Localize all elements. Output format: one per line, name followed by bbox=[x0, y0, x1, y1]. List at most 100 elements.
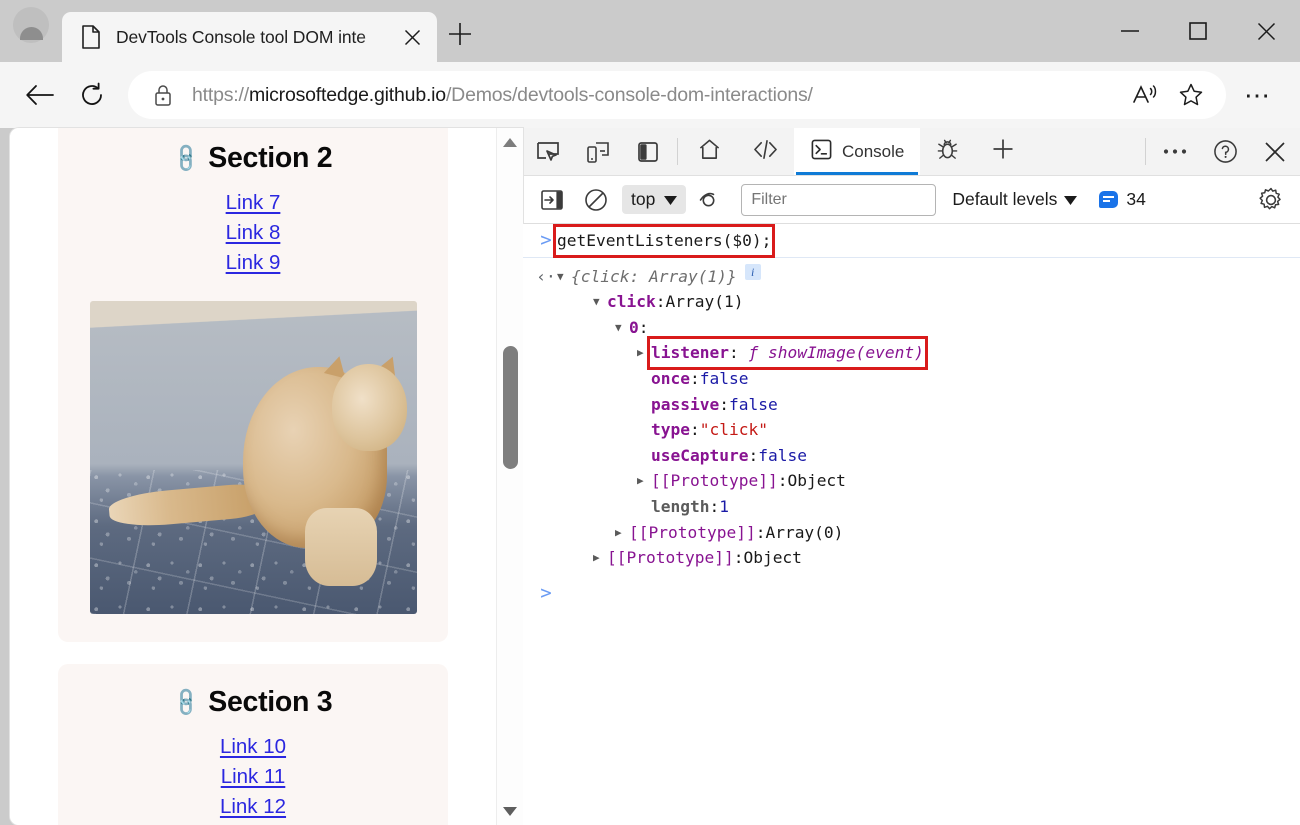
toggle-sidebar-icon[interactable] bbox=[623, 128, 673, 175]
console-tree-row[interactable]: ▶ [[Prototype]] : Object bbox=[523, 545, 1300, 571]
console-tree-row[interactable]: ▼ click : Array(1) bbox=[523, 289, 1300, 315]
page-link[interactable]: Link 9 bbox=[226, 251, 281, 275]
title-bar: DevTools Console tool DOM inte bbox=[0, 0, 1300, 62]
more-options-icon[interactable] bbox=[1150, 128, 1200, 175]
tree-value: false bbox=[699, 368, 749, 388]
close-icon[interactable] bbox=[395, 20, 429, 54]
window-controls bbox=[1096, 0, 1300, 62]
page-link[interactable]: Link 12 bbox=[220, 795, 286, 819]
link-anchor-icon[interactable]: 🔗 bbox=[168, 141, 203, 176]
scroll-up-arrow[interactable] bbox=[497, 128, 524, 156]
tree-key: useCapture bbox=[651, 445, 749, 465]
tree-value: Array(1) bbox=[665, 292, 744, 312]
devtools-panel: Console top Filter Default levels 34 > g… bbox=[523, 128, 1300, 825]
console-input-expression[interactable]: getEventListeners($0); bbox=[552, 224, 776, 258]
tree-key: [[Prototype]] bbox=[651, 471, 778, 491]
new-tab-button[interactable] bbox=[437, 12, 483, 62]
listener-highlight[interactable]: listener: ƒ showImage(event) bbox=[647, 336, 928, 370]
back-arrow-icon[interactable] bbox=[14, 69, 66, 121]
filter-input[interactable] bbox=[741, 183, 937, 216]
lock-icon[interactable] bbox=[150, 84, 176, 106]
console-tree-row[interactable]: ▶ [[Prototype]] : Object bbox=[523, 468, 1300, 494]
cat-image[interactable] bbox=[89, 301, 417, 614]
console-input-row[interactable]: > getEventListeners($0); bbox=[523, 224, 1300, 258]
console-tree-row[interactable]: length : 1 bbox=[523, 494, 1300, 520]
read-aloud-icon[interactable] bbox=[1122, 72, 1168, 118]
device-emulation-icon[interactable] bbox=[573, 128, 623, 175]
browser-tab[interactable]: DevTools Console tool DOM inte bbox=[62, 12, 437, 62]
avatar bbox=[13, 7, 49, 43]
console-tree-row[interactable]: passive : false bbox=[523, 392, 1300, 418]
gear-icon[interactable] bbox=[1250, 183, 1292, 217]
section-heading: 🔗 Section 2 bbox=[58, 142, 448, 175]
info-icon[interactable]: i bbox=[744, 263, 761, 280]
maximize-icon[interactable] bbox=[1164, 9, 1232, 53]
page-link[interactable]: Link 7 bbox=[226, 191, 281, 215]
tree-value: Object bbox=[743, 548, 802, 568]
close-devtools-icon[interactable] bbox=[1250, 128, 1300, 175]
page-scrollbar[interactable] bbox=[496, 128, 523, 825]
help-icon[interactable] bbox=[1200, 128, 1250, 175]
triangle-down-icon[interactable]: ▼ bbox=[593, 289, 607, 315]
window-close-icon[interactable] bbox=[1232, 9, 1300, 53]
tree-sep: : bbox=[655, 292, 666, 312]
profile-button[interactable] bbox=[0, 0, 62, 62]
tree-sep: : bbox=[719, 394, 729, 414]
tab-console[interactable]: Console bbox=[794, 128, 921, 175]
console-tree-row[interactable]: ▶ listener: ƒ showImage(event) bbox=[523, 336, 1300, 370]
toolbar-divider bbox=[677, 138, 678, 165]
triangle-right-icon[interactable]: ▶ bbox=[615, 520, 629, 546]
browser-more-options-icon[interactable]: ⋯ bbox=[1230, 69, 1286, 121]
triangle-right-icon[interactable]: ▶ bbox=[593, 545, 607, 571]
scroll-down-arrow[interactable] bbox=[497, 797, 524, 825]
section-card: 🔗 Section 2 Link 7 Link 8 Link 9 bbox=[58, 128, 448, 642]
scrollbar-thumb[interactable] bbox=[502, 346, 518, 469]
message-count[interactable]: 34 bbox=[1099, 189, 1146, 210]
console-tree-row[interactable]: ▼ 0 : bbox=[523, 315, 1300, 341]
execution-context-selector[interactable]: top bbox=[622, 185, 687, 214]
tree-key: listener bbox=[651, 343, 729, 363]
tab-welcome[interactable] bbox=[682, 128, 737, 175]
avatar-body-icon bbox=[19, 27, 43, 40]
console-tree-row[interactable]: type : "click" bbox=[523, 417, 1300, 443]
log-levels-selector[interactable]: Default levels bbox=[952, 189, 1078, 210]
link-anchor-icon[interactable]: 🔗 bbox=[168, 685, 203, 720]
page-link[interactable]: Link 11 bbox=[221, 765, 286, 789]
live-expression-eye-icon[interactable] bbox=[691, 183, 733, 217]
reload-icon[interactable] bbox=[66, 69, 118, 121]
cat-legs bbox=[305, 507, 378, 586]
page-link[interactable]: Link 10 bbox=[220, 735, 286, 759]
console-terminal-icon bbox=[810, 138, 833, 166]
tree-key: type bbox=[651, 420, 690, 440]
inspect-element-icon[interactable] bbox=[523, 128, 573, 175]
tree-value: Array(0) bbox=[765, 522, 844, 542]
console-tree-row[interactable]: once : false bbox=[523, 366, 1300, 392]
console-filter-bar: top Default levels 34 bbox=[523, 176, 1300, 224]
add-tool-button[interactable] bbox=[975, 128, 1031, 175]
star-icon[interactable] bbox=[1168, 72, 1214, 118]
console-result-row[interactable]: ‹· ▼ {click: Array(1)} i bbox=[523, 258, 1300, 290]
tab-elements[interactable] bbox=[737, 128, 794, 175]
triangle-down-icon[interactable]: ▼ bbox=[557, 264, 571, 290]
page-icon bbox=[80, 25, 102, 49]
page-link[interactable]: Link 8 bbox=[226, 221, 281, 245]
console-prompt-row[interactable]: > bbox=[523, 571, 1300, 607]
open-console-sidebar-icon[interactable] bbox=[531, 183, 573, 217]
tree-value: "click" bbox=[699, 420, 768, 440]
tab-console-label: Console bbox=[842, 141, 905, 161]
tree-key: passive bbox=[651, 394, 720, 414]
tree-key: [[Prototype]] bbox=[629, 522, 756, 542]
tree-value: ƒ showImage(event) bbox=[748, 343, 924, 363]
tab-issues[interactable] bbox=[920, 128, 975, 175]
triangle-right-icon[interactable]: ▶ bbox=[637, 468, 651, 494]
clear-console-icon[interactable] bbox=[575, 183, 617, 217]
console-tree-row[interactable]: useCapture : false bbox=[523, 443, 1300, 469]
scrollbar-track[interactable] bbox=[497, 156, 524, 797]
console-tree-row[interactable]: ▶ [[Prototype]] : Array(0) bbox=[523, 520, 1300, 546]
triangle-down-icon[interactable]: ▼ bbox=[615, 315, 629, 341]
tree-key: once bbox=[651, 368, 690, 388]
console-output[interactable]: > getEventListeners($0); ‹· ▼ {click: Ar… bbox=[523, 224, 1300, 825]
triangle-right-icon[interactable]: ▶ bbox=[637, 340, 651, 366]
address-bar[interactable]: https://microsoftedge.github.io/Demos/de… bbox=[128, 71, 1226, 119]
minimize-icon[interactable] bbox=[1096, 9, 1164, 53]
